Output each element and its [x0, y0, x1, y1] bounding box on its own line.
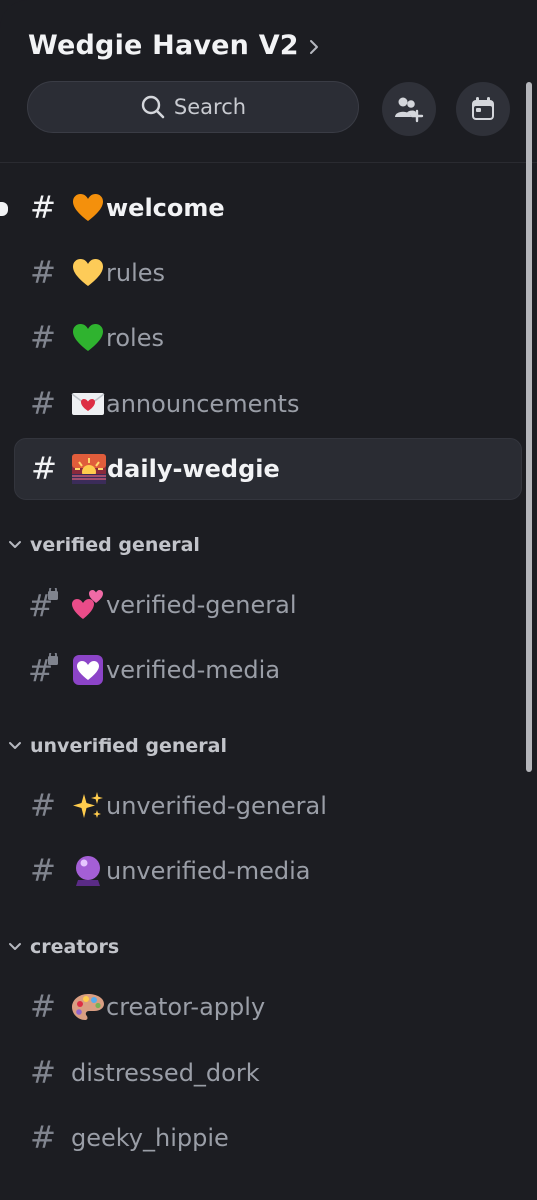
channel-verified-media[interactable]: # verified-media	[14, 639, 522, 701]
channel-distressed-dork[interactable]: # distressed_dork	[14, 1042, 522, 1104]
hashtag-icon: #	[30, 788, 56, 824]
chevron-down-icon	[9, 742, 21, 749]
unread-indicator	[0, 202, 8, 216]
channel-verified-general[interactable]: # verified-general	[14, 574, 522, 636]
hashtag-icon: #	[30, 853, 56, 889]
channel-name: roles	[106, 324, 164, 352]
hashtag-icon: #	[30, 989, 56, 1025]
artist-palette-icon	[70, 989, 106, 1025]
channel-name: unverified-general	[106, 792, 327, 820]
channel-unverified-media[interactable]: # unverified-media	[14, 840, 522, 902]
category-label: unverified general	[30, 735, 227, 757]
sparkles-icon	[70, 788, 106, 824]
channel-unverified-general[interactable]: # unverified-general	[14, 775, 522, 837]
server-header: Wedgie Haven V2 Search	[0, 0, 537, 163]
events-button[interactable]	[456, 82, 510, 136]
calendar-events-icon	[472, 97, 494, 120]
server-name-button[interactable]: Wedgie Haven V2	[28, 30, 319, 61]
hashtag-icon: #	[30, 386, 56, 422]
channel-creator-apply[interactable]: # creator-apply	[14, 976, 522, 1038]
category-unverified-general[interactable]: unverified general	[8, 731, 227, 761]
chevron-down-icon	[9, 541, 21, 548]
crystal-ball-icon	[70, 853, 106, 889]
channel-name: distressed_dork	[71, 1059, 260, 1087]
channel-name: daily-wedgie	[107, 455, 280, 483]
orange-heart-icon	[70, 190, 106, 226]
two-hearts-icon	[70, 587, 106, 623]
sunrise-icon	[71, 451, 107, 487]
hashtag-icon: #	[30, 255, 56, 291]
channel-name: announcements	[106, 390, 300, 418]
scrollbar[interactable]	[526, 82, 532, 772]
love-letter-icon	[70, 386, 106, 422]
category-creators[interactable]: creators	[8, 932, 119, 962]
invite-members-button[interactable]	[382, 82, 436, 136]
channel-sidebar: Wedgie Haven V2 Search # welcome # rules…	[0, 0, 537, 1200]
green-heart-icon	[70, 320, 106, 356]
chevron-right-icon	[309, 39, 318, 54]
category-verified-general[interactable]: verified general	[8, 530, 200, 560]
hashtag-icon: #	[30, 320, 56, 356]
server-name: Wedgie Haven V2	[28, 30, 299, 61]
hashtag-icon: #	[31, 451, 57, 487]
channel-name: rules	[106, 259, 166, 287]
search-label: Search	[173, 95, 247, 119]
channel-name: verified-media	[106, 656, 281, 684]
channel-roles[interactable]: # roles	[14, 307, 522, 369]
channel-announcements[interactable]: # announcements	[14, 373, 522, 435]
invite-members-icon	[395, 97, 424, 123]
yellow-heart-icon	[70, 255, 106, 291]
category-label: creators	[30, 936, 120, 958]
category-label: verified general	[30, 534, 200, 556]
hashtag-icon: #	[30, 190, 56, 226]
channel-name: geeky_hippie	[71, 1124, 229, 1152]
channel-rules[interactable]: # rules	[14, 242, 522, 304]
channel-name: welcome	[106, 194, 225, 222]
search-button[interactable]: Search	[27, 81, 359, 133]
channel-name: creator-apply	[106, 993, 266, 1021]
channel-name: verified-general	[106, 591, 297, 619]
channel-name: unverified-media	[106, 857, 311, 885]
hashtag-icon: #	[30, 1120, 56, 1156]
channel-welcome[interactable]: # welcome	[14, 177, 522, 239]
search-icon	[141, 95, 165, 119]
locked-hashtag-icon: #	[28, 588, 58, 622]
locked-hashtag-icon: #	[28, 653, 58, 687]
heart-decoration-icon	[70, 652, 106, 688]
hashtag-icon: #	[30, 1055, 56, 1091]
channel-geeky-hippie[interactable]: # geeky_hippie	[14, 1107, 522, 1169]
chevron-down-icon	[9, 943, 21, 950]
channel-daily-wedgie[interactable]: # daily-wedgie	[14, 438, 522, 500]
